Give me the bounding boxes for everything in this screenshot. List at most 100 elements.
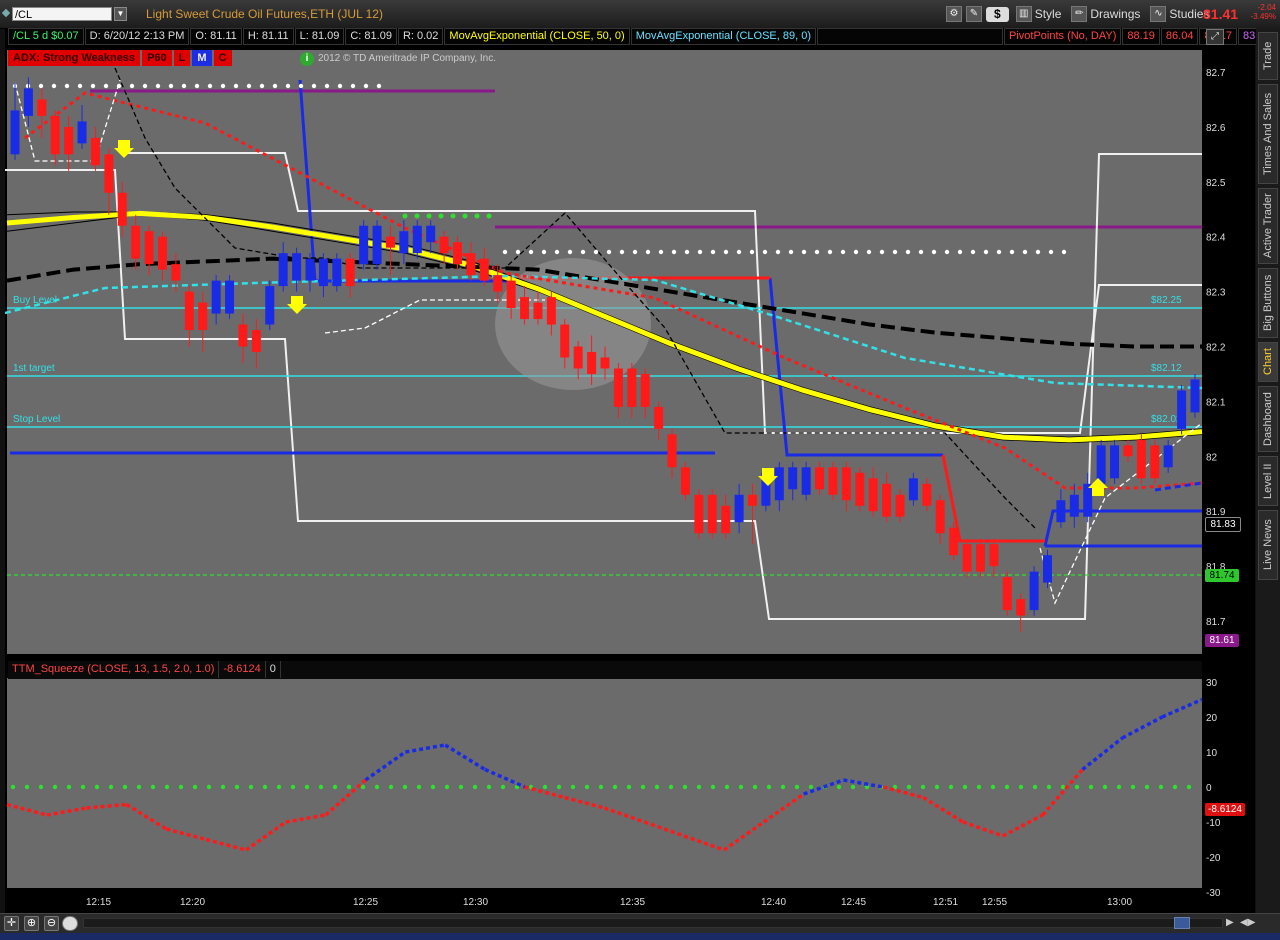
white-dot <box>155 83 161 89</box>
ttm-zero-dot <box>780 784 786 790</box>
currency-button[interactable]: $ <box>986 6 1009 22</box>
ttm-zero-dot <box>108 784 114 790</box>
wrench-icon[interactable]: ✎ <box>966 6 982 22</box>
ttm-zero-dot <box>738 784 744 790</box>
green-dot <box>462 213 468 219</box>
candle-up <box>788 467 798 490</box>
tab-chart[interactable]: Chart <box>1258 342 1278 382</box>
ema50-study-label[interactable]: MovAvgExponential (CLOSE, 50, 0) <box>444 28 630 45</box>
candle-up <box>1110 445 1120 479</box>
ttm-zero-dot <box>668 784 674 790</box>
candle-down <box>667 434 677 468</box>
candle-up <box>1069 494 1079 517</box>
reset-zoom-icon[interactable] <box>62 916 78 931</box>
time-scrollbar[interactable] <box>83 918 1223 928</box>
white-dot <box>311 83 317 89</box>
bottom-toolbar: ✛ ⊕ ⊖ ▶ ◀▶ <box>0 913 1280 934</box>
expand-icon[interactable]: ⤢ <box>1206 29 1224 45</box>
candle-down <box>560 324 570 358</box>
white-dot <box>554 249 560 255</box>
candle-up <box>1029 571 1039 611</box>
info-icon[interactable]: i <box>300 52 314 66</box>
purple-level-tag: 81.61 <box>1205 634 1239 647</box>
white-dot <box>181 83 187 89</box>
ttm-zero-dot <box>710 784 716 790</box>
ttm-zero-dot <box>1074 784 1080 790</box>
ttm-zero-dot <box>136 784 142 790</box>
ttm-zero-dot <box>948 784 954 790</box>
tab-big-buttons[interactable]: Big Buttons <box>1258 268 1278 338</box>
ttm-zero-dot <box>66 784 72 790</box>
y-tick-label: 82.7 <box>1206 68 1226 79</box>
pivot-study-label[interactable]: PivotPoints (No, DAY) <box>1003 28 1122 45</box>
symbol-dropdown-icon[interactable]: ▼ <box>114 7 127 21</box>
tab-live-news[interactable]: Live News <box>1258 510 1278 580</box>
green-dot <box>414 213 420 219</box>
white-dot <box>502 249 508 255</box>
tab-level-ii[interactable]: Level II <box>1258 456 1278 506</box>
chart-area[interactable]: 82.7 82.6 82.5 82.4 82.3 82.2 82.1 82 81.9 81.8 81… <box>4 28 1255 913</box>
ttm-zero-dot <box>416 784 422 790</box>
bar-low: L: 81.09 <box>294 28 345 45</box>
zoom-out-icon[interactable]: ⊖ <box>44 916 59 931</box>
tab-dashboard[interactable]: Dashboard <box>1258 386 1278 452</box>
tab-times-and-sales[interactable]: Times And Sales <box>1258 84 1278 184</box>
pencil-icon: ✏ <box>1071 6 1088 22</box>
ttm-tick-label: 30 <box>1206 678 1218 689</box>
white-dot <box>762 249 768 255</box>
ttm-zero-dot <box>346 784 352 790</box>
crosshair-icon[interactable]: ✛ <box>4 916 19 931</box>
candle-up <box>908 478 918 501</box>
ttm-zero-dot <box>934 784 940 790</box>
white-dot <box>567 249 573 255</box>
symbol-input[interactable]: /CL <box>12 7 112 21</box>
scroll-right-icon[interactable]: ▶ <box>1226 917 1234 928</box>
ttm-zero-dot <box>1088 784 1094 790</box>
ttm-zero-dot <box>1172 784 1178 790</box>
zoom-in-icon[interactable]: ⊕ <box>24 916 39 931</box>
white-dot <box>272 83 278 89</box>
link-diamond-icon[interactable] <box>1 8 11 18</box>
x-tick-label: 12:40 <box>761 897 786 908</box>
tab-trade[interactable]: Trade <box>1258 32 1278 80</box>
ttm-zero-dot <box>682 784 688 790</box>
candle-down <box>748 494 757 506</box>
ttm-tick-label: -20 <box>1206 853 1221 864</box>
white-dot <box>892 249 898 255</box>
candle-up <box>426 225 436 243</box>
candle-down <box>546 297 556 325</box>
ttm-zero-dot <box>24 784 30 790</box>
white-dot <box>77 83 83 89</box>
x-tick-label: 12:55 <box>982 897 1007 908</box>
stop-level-label: Stop Level <box>13 414 60 425</box>
price-chart-svg[interactable]: 82.782.682.582.482.382.282.18281.981.881… <box>4 28 1255 913</box>
candle-down <box>694 494 704 534</box>
ttm-study-label[interactable]: TTM_Squeeze (CLOSE, 13, 1.5, 2.0, 1.0) <box>8 661 220 678</box>
green-dot <box>426 213 432 219</box>
candle-down <box>975 544 985 572</box>
style-button[interactable]: ▥ Style <box>1013 5 1065 23</box>
bar-datetime: D: 6/20/12 2:13 PM <box>84 28 190 45</box>
ttm-zero-dot <box>1018 784 1024 790</box>
adx-label: ADX: Strong Weakness <box>8 50 141 66</box>
candle-up <box>278 253 288 287</box>
white-dot <box>363 83 369 89</box>
white-dot <box>64 83 70 89</box>
ttm-zero-dot <box>486 784 492 790</box>
expand-time-icon[interactable]: ◀▶ <box>1240 917 1255 928</box>
tab-active-trader[interactable]: Active Trader <box>1258 188 1278 264</box>
instrument-title: Light Sweet Crude Oil Futures,ETH (JUL 1… <box>146 7 383 21</box>
ttm-tick-label: 10 <box>1206 748 1218 759</box>
ttm-zero-dot <box>178 784 184 790</box>
ttm-zero-dot <box>1032 784 1038 790</box>
y-tick-label: 82.5 <box>1206 178 1226 189</box>
white-dot <box>801 249 807 255</box>
candle-down <box>600 357 610 369</box>
ttm-zero-dot <box>500 784 506 790</box>
ema89-study-label[interactable]: MovAvgExponential (CLOSE, 89, 0) <box>630 28 816 45</box>
drawings-button[interactable]: ✏ Drawings <box>1068 5 1143 23</box>
scroll-thumb[interactable] <box>1174 917 1190 929</box>
settings-icon[interactable]: ⚙ <box>946 6 962 22</box>
ttm-zero-dot <box>318 784 324 790</box>
candle-down <box>198 302 208 331</box>
